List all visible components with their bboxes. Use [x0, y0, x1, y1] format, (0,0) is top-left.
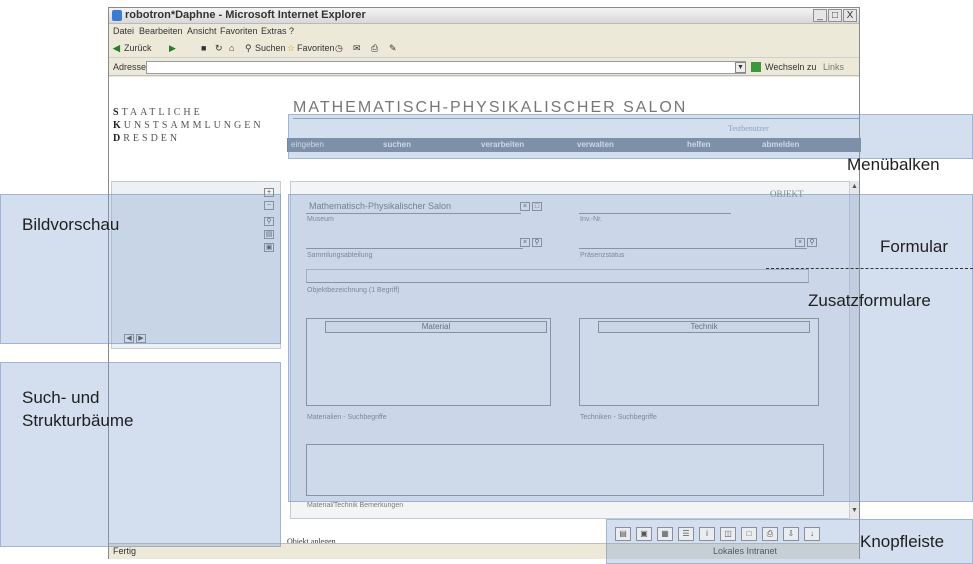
- address-label: Adresse: [113, 62, 147, 72]
- home-icon[interactable]: ⌂: [229, 43, 234, 53]
- search-button[interactable]: Suchen: [255, 43, 286, 53]
- region-divider: [766, 268, 973, 269]
- document-icon[interactable]: □: [741, 527, 757, 541]
- close-button[interactable]: X: [843, 9, 857, 22]
- links-button[interactable]: Links: [823, 62, 844, 72]
- menu-help[interactable]: ?: [289, 26, 294, 36]
- go-arrow-icon[interactable]: [751, 62, 761, 72]
- back-arrow-icon[interactable]: ◀: [113, 43, 120, 54]
- download-icon[interactable]: ↓: [804, 527, 820, 541]
- print-icon[interactable]: ⎙: [371, 43, 378, 54]
- mail-icon[interactable]: ✉: [353, 43, 361, 54]
- menu-extras[interactable]: Extras: [261, 26, 287, 36]
- info-icon[interactable]: i: [699, 527, 715, 541]
- columns-icon[interactable]: ◫: [720, 527, 736, 541]
- browser-toolbar: ◀ Zurück ▶ ■ ↻ ⌂ ⚲ Suchen ☆ Favoriten ◷ …: [109, 40, 859, 58]
- title-bar: robotron*Daphne - Microsoft Internet Exp…: [109, 8, 859, 24]
- address-bar: Adresse ▼ Wechseln zu Links: [109, 59, 859, 76]
- form-region-overlay: [288, 194, 973, 502]
- label-such-line2: Strukturbäume: [22, 411, 134, 430]
- copy-icon[interactable]: ▣: [636, 527, 652, 541]
- window-title: robotron*Daphne - Microsoft Internet Exp…: [125, 9, 366, 21]
- button-bar: ▤ ▣ ▦ ☰ i ◫ □ ⎙ ⇩ ↓: [615, 521, 845, 547]
- minimize-button[interactable]: _: [813, 9, 827, 22]
- address-input[interactable]: [146, 61, 746, 74]
- scroll-up-icon[interactable]: ▲: [851, 183, 858, 190]
- label-menubalken: Menübalken: [847, 155, 940, 174]
- refresh-icon[interactable]: ↻: [215, 43, 223, 54]
- export-icon[interactable]: ⇩: [783, 527, 799, 541]
- grid-icon[interactable]: ▦: [657, 527, 673, 541]
- menu-ansicht[interactable]: Ansicht: [187, 26, 217, 36]
- label-zusatzformulare: Zusatzformulare: [808, 291, 931, 310]
- label-such-line1: Such- und: [22, 388, 100, 407]
- favorites-button[interactable]: Favoriten: [297, 43, 335, 53]
- scroll-down-icon[interactable]: ▼: [851, 507, 858, 514]
- maximize-button[interactable]: □: [828, 9, 842, 22]
- status-text: Fertig: [113, 546, 137, 556]
- museum-logo: STAATLICHE KUNSTSAMMLUNGEN DRESDEN: [113, 107, 264, 144]
- chevron-down-icon[interactable]: ▼: [735, 62, 746, 73]
- label-bildvorschau: Bildvorschau: [22, 215, 120, 234]
- save-icon[interactable]: ▤: [615, 527, 631, 541]
- browser-menubar: Datei Bearbeiten Ansicht Favoriten Extra…: [109, 25, 859, 38]
- menu-datei[interactable]: Datei: [113, 26, 134, 36]
- edit-icon[interactable]: ✎: [389, 43, 397, 54]
- back-button[interactable]: Zurück: [124, 43, 152, 53]
- notes-label: Material/Technik Bemerkungen: [307, 502, 404, 509]
- label-such-strukturbaeume: Such- und Strukturbäume: [22, 386, 134, 432]
- menu-region-overlay: [288, 114, 973, 159]
- ie-icon: [112, 10, 122, 21]
- label-knopfleiste: Knopfleiste: [860, 532, 945, 551]
- print-icon[interactable]: ⎙: [762, 527, 778, 541]
- menu-bearbeiten[interactable]: Bearbeiten: [139, 26, 183, 36]
- favorites-star-icon: ☆: [287, 43, 296, 53]
- list-icon[interactable]: ☰: [678, 527, 694, 541]
- menu-favoriten[interactable]: Favoriten: [220, 26, 258, 36]
- forward-arrow-icon[interactable]: ▶: [169, 43, 176, 54]
- label-formular: Formular: [880, 237, 949, 256]
- history-icon[interactable]: ◷: [335, 43, 343, 54]
- search-icon: ⚲: [245, 43, 252, 53]
- stop-icon[interactable]: ■: [201, 43, 206, 53]
- go-button[interactable]: Wechseln zu: [765, 62, 816, 72]
